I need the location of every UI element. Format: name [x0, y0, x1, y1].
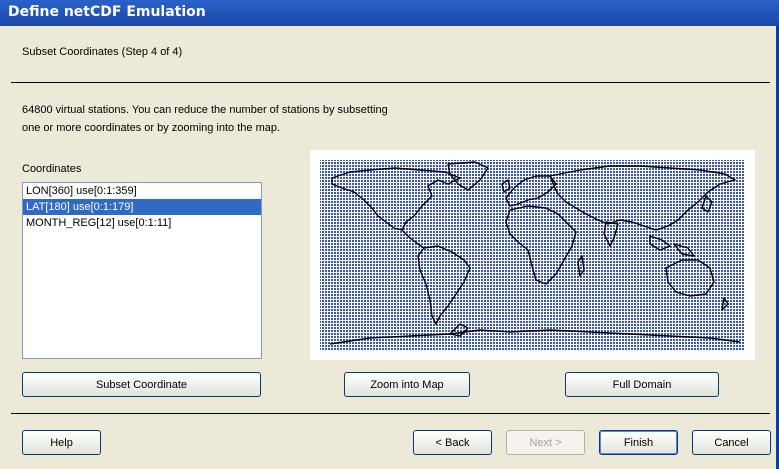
station-grid — [320, 160, 745, 350]
cancel-button[interactable]: Cancel — [692, 430, 771, 455]
zoom-into-map-button[interactable]: Zoom into Map — [344, 372, 470, 397]
description: 64800 virtual stations. You can reduce t… — [22, 101, 388, 137]
coordinate-item-month-reg[interactable]: MONTH_REG[12] use[0:1:11] — [23, 215, 261, 231]
description-line-2: one or more coordinates or by zooming in… — [22, 122, 281, 134]
back-button[interactable]: < Back — [413, 430, 492, 455]
description-line-1: 64800 virtual stations. You can reduce t… — [22, 104, 388, 116]
next-button[interactable]: Next > — [506, 430, 585, 455]
help-button[interactable]: Help — [22, 430, 101, 455]
station-map[interactable] — [310, 150, 755, 360]
full-domain-button[interactable]: Full Domain — [565, 372, 719, 397]
coordinates-label: Coordinates — [22, 163, 82, 175]
coordinate-item-lat[interactable]: LAT[180] use[0:1:179] — [23, 199, 261, 215]
coordinates-list[interactable]: LON[360] use[0:1:359] LAT[180] use[0:1:1… — [22, 182, 262, 359]
window-title: Define netCDF Emulation — [8, 4, 206, 20]
world-map — [320, 160, 745, 350]
step-title: Subset Coordinates (Step 4 of 4) — [22, 46, 183, 58]
subset-coordinate-button[interactable]: Subset Coordinate — [22, 372, 261, 397]
coordinate-item-lon[interactable]: LON[360] use[0:1:359] — [23, 183, 261, 199]
divider-top — [11, 82, 770, 83]
title-bar: Define netCDF Emulation — [0, 0, 779, 26]
divider-bottom — [11, 413, 770, 414]
finish-button[interactable]: Finish — [599, 430, 678, 455]
